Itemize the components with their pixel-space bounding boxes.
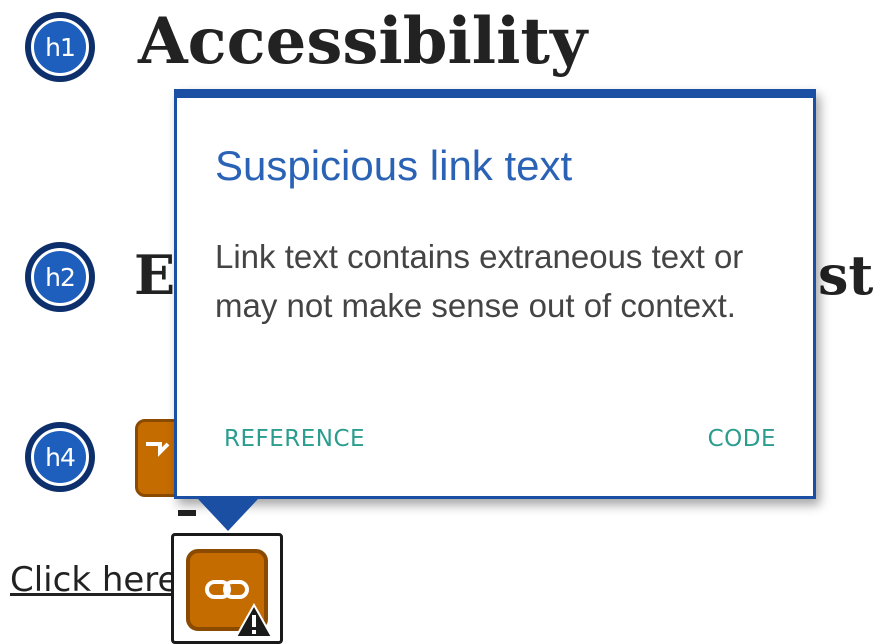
page-heading-h2-tail: st) — [818, 243, 876, 307]
heading-level-badge-h2[interactable]: h2 — [25, 242, 95, 312]
page-heading-h1: Accessibility — [138, 4, 588, 79]
reference-link[interactable]: REFERENCE — [224, 426, 365, 452]
heading-level-label: h4 — [31, 428, 89, 486]
issue-tooltip-popup: Suspicious link text Link text contains … — [174, 89, 816, 499]
page-heading-h2: E — [134, 243, 176, 307]
heading-level-badge-h4[interactable]: h4 — [25, 422, 95, 492]
chain-link-glyph — [205, 580, 249, 599]
heading-fragment — [178, 510, 196, 516]
code-link[interactable]: CODE — [708, 426, 776, 452]
heading-level-label: h1 — [31, 18, 89, 76]
heading-level-label: h2 — [31, 248, 89, 306]
click-here-link[interactable]: Click here — [10, 560, 178, 600]
popup-title: Suspicious link text — [215, 142, 573, 189]
popup-pointer-arrow — [198, 499, 258, 531]
popup-message: Link text contains extraneous text or ma… — [215, 238, 744, 324]
heading-level-badge-h1[interactable]: h1 — [25, 12, 95, 82]
warning-icon — [234, 603, 274, 638]
